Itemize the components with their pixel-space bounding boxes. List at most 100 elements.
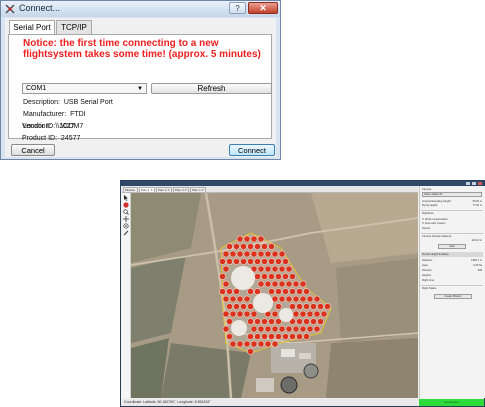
waypoint-marker[interactable] [254,243,261,250]
waypoint-marker[interactable] [222,310,230,318]
waypoint-marker[interactable] [278,250,286,258]
waypoint-marker[interactable] [278,295,286,303]
waypoint-marker[interactable] [233,288,240,295]
waypoint-marker[interactable] [317,303,324,310]
satellite-map[interactable] [131,193,418,398]
waypoint-marker[interactable] [247,288,254,295]
waypoint-marker[interactable] [226,303,233,310]
waypoint-marker[interactable] [278,265,286,273]
waypoint-marker[interactable] [271,280,279,288]
waypoint-marker[interactable] [271,310,279,318]
waypoint-marker[interactable] [219,258,226,265]
waypoint-marker[interactable] [254,258,261,265]
tab-plan-2[interactable]: Plan 2 ✕ [156,187,172,192]
waypoint-marker[interactable] [229,250,237,258]
waypoint-marker[interactable] [247,303,254,310]
waypoint-marker[interactable] [222,265,230,273]
waypoint-icon[interactable] [123,202,129,208]
waypoint-marker[interactable] [250,250,258,258]
waypoint-marker[interactable] [313,325,321,333]
dialog-title-bar[interactable]: Connect... ? ✕ [1,1,280,17]
camera-select[interactable]: Sabre Adikan B... [422,192,482,197]
waypoint-marker[interactable] [303,288,310,295]
waypoint-marker[interactable] [229,295,237,303]
waypoint-marker[interactable] [299,295,307,303]
tab-plan-1[interactable]: Plan 1 ✕ [139,187,155,192]
waypoint-marker[interactable] [254,273,261,280]
waypoint-marker[interactable] [282,288,289,295]
waypoint-marker[interactable] [254,333,261,340]
start-button[interactable]: Start [438,244,466,249]
tab-plan-4[interactable]: Plan 4 ✕ [190,187,206,192]
refresh-button[interactable]: Refresh [151,83,272,94]
waypoint-marker[interactable] [261,258,268,265]
waypoint-marker[interactable] [236,295,244,303]
waypoint-marker[interactable] [229,340,237,348]
waypoint-marker[interactable] [292,295,300,303]
waypoint-marker[interactable] [289,273,296,280]
waypoint-marker[interactable] [264,325,272,333]
waypoint-marker[interactable] [243,250,251,258]
waypoint-marker[interactable] [261,243,268,250]
waypoint-marker[interactable] [264,265,272,273]
waypoint-marker[interactable] [264,340,272,348]
waypoint-marker[interactable] [278,280,286,288]
waypoint-marker[interactable] [264,280,272,288]
waypoint-marker[interactable] [271,340,279,348]
waypoint-marker[interactable] [310,318,317,325]
waypoint-marker[interactable] [247,243,254,250]
waypoint-marker[interactable] [289,288,296,295]
waypoint-marker[interactable] [243,235,251,243]
create-mission-button[interactable]: Create Mission [434,294,472,299]
waypoint-marker[interactable] [257,280,265,288]
wind-checkbox-label[interactable]: ☐ Wind compensation [422,218,448,221]
waypoint-marker[interactable] [250,310,258,318]
waypoint-marker[interactable] [240,243,247,250]
waypoint-marker[interactable] [285,325,293,333]
waypoint-marker[interactable] [313,310,321,318]
waypoint-marker[interactable] [289,303,296,310]
waypoint-marker[interactable] [282,273,289,280]
waypoint-marker[interactable] [233,258,240,265]
waypoint-marker[interactable] [226,288,233,295]
waypoint-marker[interactable] [222,325,230,333]
waypoint-marker[interactable] [219,288,226,295]
waypoint-marker[interactable] [250,235,258,243]
ruler-icon[interactable] [123,230,129,236]
waypoint-marker[interactable] [292,280,300,288]
waypoint-marker[interactable] [219,273,226,280]
waypoint-marker[interactable] [222,280,230,288]
waypoint-marker[interactable] [275,303,282,310]
waypoint-marker[interactable] [320,310,328,318]
waypoint-marker[interactable] [254,318,261,325]
tab-serial-port[interactable]: Serial Port [9,20,55,35]
waypoint-marker[interactable] [268,318,275,325]
waypoint-marker[interactable] [226,243,233,250]
waypoint-marker[interactable] [296,288,303,295]
waypoint-marker[interactable] [236,250,244,258]
cancel-button[interactable]: Cancel [11,144,55,156]
waypoint-marker[interactable] [222,250,230,258]
waypoint-marker[interactable] [303,333,310,340]
waypoint-marker[interactable] [313,295,321,303]
waypoint-marker[interactable] [257,325,265,333]
waypoint-marker[interactable] [285,295,293,303]
connect-button[interactable]: Connect [229,144,275,156]
close-icon[interactable] [478,182,482,185]
waypoint-marker[interactable] [289,333,296,340]
waypoint-marker[interactable] [296,333,303,340]
port-select[interactable]: COM1 ▼ [22,83,147,94]
waypoint-marker[interactable] [268,273,275,280]
waypoint-marker[interactable] [303,303,310,310]
tab-tcp-ip[interactable]: TCP/IP [56,20,92,34]
waypoint-marker[interactable] [247,258,254,265]
tab-mission[interactable]: Mission [123,187,138,192]
waypoint-marker[interactable] [310,303,317,310]
waypoint-marker[interactable] [324,303,331,310]
waypoint-marker[interactable] [268,258,275,265]
waypoint-marker[interactable] [243,295,251,303]
waypoint-marker[interactable] [247,333,254,340]
waypoint-marker[interactable] [271,325,279,333]
autostart-checkbox-label[interactable]: ☐ Auto-start mission [422,222,446,225]
waypoint-marker[interactable] [243,340,251,348]
